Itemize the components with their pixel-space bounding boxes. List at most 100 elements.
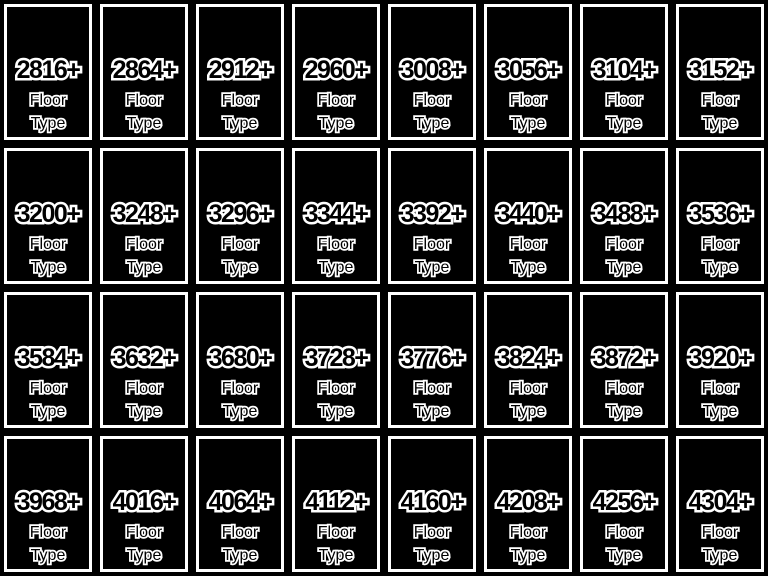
type-label: Type (605, 257, 643, 278)
floor-threshold-value: 3632+ (110, 342, 179, 375)
type-label: Type (701, 257, 739, 278)
type-label: Type (125, 257, 163, 278)
floor-type-tile[interactable]: 2864+ Floor Type (96, 0, 192, 144)
floor-type-tile[interactable]: 3248+ Floor Type (96, 144, 192, 288)
floor-type-tile[interactable]: 4208+ Floor Type (480, 432, 576, 576)
floor-threshold-value: 3824+ (494, 342, 563, 375)
floor-type-tile[interactable]: 4160+ Floor Type (384, 432, 480, 576)
floor-type-tile[interactable]: 3392+ Floor Type (384, 144, 480, 288)
floor-threshold-value: 2912+ (206, 54, 275, 87)
type-label: Type (509, 545, 547, 566)
type-label: Type (221, 257, 259, 278)
floor-threshold-value: 3440+ (494, 198, 563, 231)
floor-label: Floor (700, 378, 740, 399)
floor-threshold-value: 2864+ (110, 54, 179, 87)
floor-label: Floor (412, 522, 452, 543)
floor-type-tile[interactable]: 4112+ Floor Type (288, 432, 384, 576)
type-label: Type (701, 113, 739, 134)
floor-threshold-value: 3776+ (398, 342, 467, 375)
type-label: Type (317, 401, 355, 422)
floor-threshold-value: 4064+ (206, 486, 275, 519)
floor-type-tile[interactable]: 3296+ Floor Type (192, 144, 288, 288)
floor-threshold-value: 3248+ (110, 198, 179, 231)
floor-label: Floor (28, 90, 68, 111)
floor-type-tile[interactable]: 4016+ Floor Type (96, 432, 192, 576)
type-label: Type (125, 113, 163, 134)
type-label: Type (317, 257, 355, 278)
floor-label: Floor (604, 522, 644, 543)
floor-type-tile[interactable]: 4256+ Floor Type (576, 432, 672, 576)
floor-label: Floor (28, 378, 68, 399)
floor-label: Floor (220, 90, 260, 111)
floor-label: Floor (508, 234, 548, 255)
floor-type-tile[interactable]: 2960+ Floor Type (288, 0, 384, 144)
type-label: Type (29, 113, 67, 134)
floor-label: Floor (316, 378, 356, 399)
type-label: Type (509, 113, 547, 134)
type-label: Type (605, 545, 643, 566)
floor-threshold-value: 3920+ (686, 342, 755, 375)
floor-label: Floor (508, 522, 548, 543)
type-label: Type (125, 401, 163, 422)
floor-type-tile[interactable]: 3824+ Floor Type (480, 288, 576, 432)
floor-label: Floor (604, 378, 644, 399)
floor-type-tile[interactable]: 3776+ Floor Type (384, 288, 480, 432)
floor-threshold-value: 3200+ (14, 198, 83, 231)
floor-label: Floor (316, 522, 356, 543)
type-label: Type (605, 401, 643, 422)
type-label: Type (317, 545, 355, 566)
floor-type-tile[interactable]: 3584+ Floor Type (0, 288, 96, 432)
floor-label: Floor (28, 522, 68, 543)
type-label: Type (701, 401, 739, 422)
floor-type-tile[interactable]: 3056+ Floor Type (480, 0, 576, 144)
floor-label: Floor (412, 234, 452, 255)
floor-type-tile[interactable]: 3440+ Floor Type (480, 144, 576, 288)
floor-label: Floor (604, 234, 644, 255)
floor-type-tile[interactable]: 2912+ Floor Type (192, 0, 288, 144)
floor-label: Floor (124, 522, 164, 543)
floor-type-tile[interactable]: 3344+ Floor Type (288, 144, 384, 288)
floor-threshold-value: 3008+ (398, 54, 467, 87)
floor-label: Floor (316, 90, 356, 111)
floor-type-tile[interactable]: 3680+ Floor Type (192, 288, 288, 432)
floor-label: Floor (412, 90, 452, 111)
floor-threshold-value: 3536+ (686, 198, 755, 231)
floor-label: Floor (28, 234, 68, 255)
floor-type-tile[interactable]: 3152+ Floor Type (672, 0, 768, 144)
floor-threshold-value: 4304+ (686, 486, 755, 519)
floor-type-tile[interactable]: 3872+ Floor Type (576, 288, 672, 432)
floor-threshold-value: 3584+ (14, 342, 83, 375)
floor-label: Floor (700, 522, 740, 543)
floor-type-tile[interactable]: 3968+ Floor Type (0, 432, 96, 576)
floor-type-tile[interactable]: 3104+ Floor Type (576, 0, 672, 144)
floor-label: Floor (700, 90, 740, 111)
floor-type-tile[interactable]: 3488+ Floor Type (576, 144, 672, 288)
type-label: Type (29, 545, 67, 566)
floor-threshold-value: 4208+ (494, 486, 563, 519)
floor-label: Floor (700, 234, 740, 255)
floor-threshold-value: 3392+ (398, 198, 467, 231)
type-label: Type (29, 401, 67, 422)
floor-threshold-value: 4016+ (110, 486, 179, 519)
type-label: Type (221, 113, 259, 134)
floor-type-tile[interactable]: 3632+ Floor Type (96, 288, 192, 432)
type-label: Type (509, 401, 547, 422)
floor-threshold-value: 3728+ (302, 342, 371, 375)
floor-label: Floor (220, 378, 260, 399)
floor-threshold-value: 3152+ (686, 54, 755, 87)
floor-type-tile[interactable]: 3536+ Floor Type (672, 144, 768, 288)
floor-type-tile[interactable]: 3200+ Floor Type (0, 144, 96, 288)
floor-type-tile[interactable]: 4064+ Floor Type (192, 432, 288, 576)
floor-threshold-value: 4256+ (590, 486, 659, 519)
floor-threshold-value: 3296+ (206, 198, 275, 231)
floor-type-tile[interactable]: 4304+ Floor Type (672, 432, 768, 576)
floor-type-tile[interactable]: 3920+ Floor Type (672, 288, 768, 432)
floor-threshold-value: 3872+ (590, 342, 659, 375)
floor-type-tile[interactable]: 3728+ Floor Type (288, 288, 384, 432)
type-label: Type (413, 113, 451, 134)
floor-threshold-value: 3104+ (590, 54, 659, 87)
floor-label: Floor (508, 90, 548, 111)
floor-type-tile[interactable]: 2816+ Floor Type (0, 0, 96, 144)
floor-type-tile[interactable]: 3008+ Floor Type (384, 0, 480, 144)
floor-threshold-value: 3488+ (590, 198, 659, 231)
